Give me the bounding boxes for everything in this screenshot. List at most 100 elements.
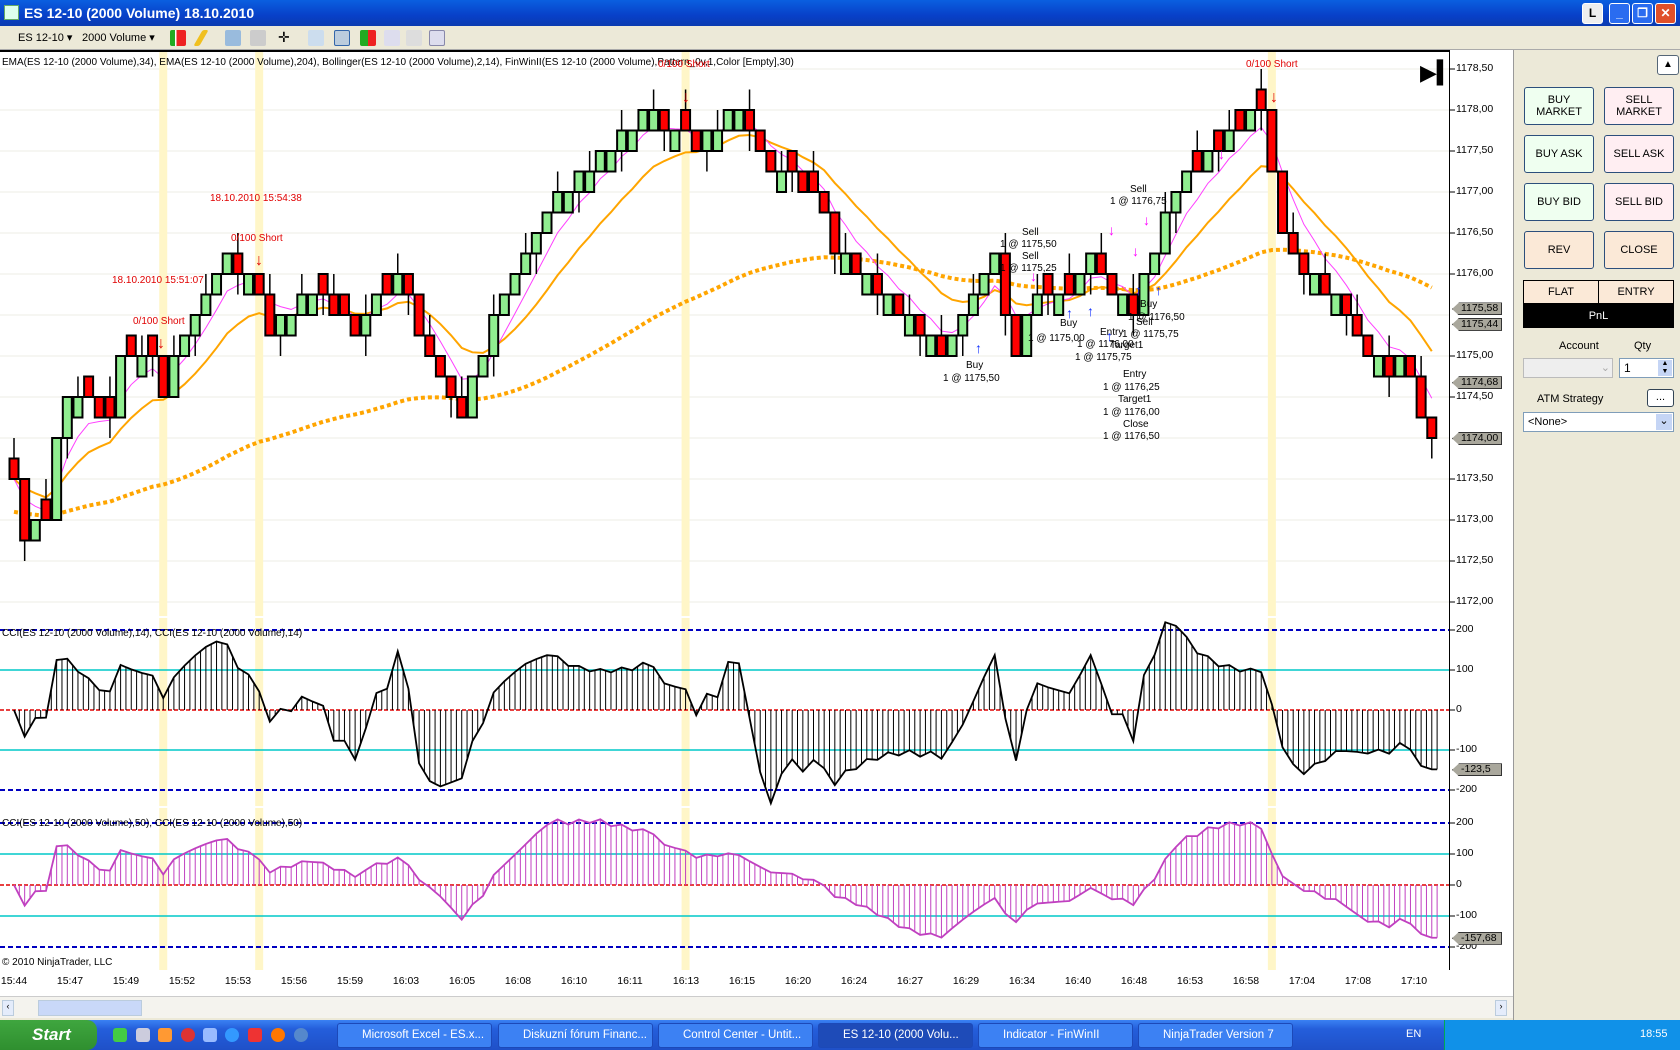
quicklaunch-icon[interactable] [136,1028,150,1042]
chevron-down-icon: ⌄ [1600,362,1610,374]
signal-highlight-band [159,808,168,970]
close-window-button[interactable]: ✕ [1655,3,1676,24]
candle-up [562,191,574,214]
price-tick-label: 1178,00 [1456,103,1494,115]
bars-icon[interactable] [360,30,376,46]
start-button[interactable]: Start [0,1020,97,1050]
trade-label: Sell [1022,227,1039,238]
instrument-select[interactable]: ES 12-10 ▾ [18,26,72,50]
candle-up [989,252,1001,275]
time-tick-label: 16:40 [1064,975,1092,987]
candle-down [413,293,425,337]
pencil-icon[interactable] [193,30,209,46]
chart-trader-icon[interactable] [334,30,350,46]
candle-up [370,293,382,316]
crosshair-icon[interactable]: ✛ [278,30,294,46]
restore-button[interactable]: ❐ [1632,3,1653,24]
zoom-out-icon[interactable] [250,30,266,46]
time-tick-label: 17:10 [1400,975,1428,987]
candle-up [701,129,713,152]
cci14-label: CCI(ES 12-10 (2000 Volume),14), CCI(ES 1… [2,628,303,639]
short-arrow-icon: ↓ [682,89,690,106]
quicklaunch-icon[interactable] [248,1028,262,1042]
rev-button[interactable]: REV [1524,231,1594,269]
collapse-up-icon[interactable]: ▲ [1657,55,1679,75]
period-select[interactable]: 2000 Volume ▾ [82,26,155,50]
extra-button[interactable]: L [1582,3,1603,24]
task-indicator[interactable]: Indicator - FinWinII [978,1023,1133,1048]
candle-down [1298,252,1310,275]
candle-down [83,375,95,398]
price-tick-label: 1173,00 [1456,513,1494,525]
svg-cci2-value-marker: -157,68 [1452,931,1502,945]
candle-down [808,170,819,193]
quicklaunch-icon[interactable] [113,1028,127,1042]
magnifier-icon[interactable] [308,30,324,46]
close-position-button[interactable]: CLOSE [1604,231,1674,269]
quicklaunch-icon[interactable] [181,1028,195,1042]
buy-ask-button[interactable]: BUY ASK [1524,135,1594,173]
trade-label: 1 @ 1175,75 [1122,329,1179,340]
task-control-center[interactable]: Control Center - Untit... [658,1023,813,1048]
candle-up [115,355,127,419]
qty-value: 1 [1624,361,1631,375]
candle-up [978,273,990,296]
cci14-panel[interactable] [0,618,1513,806]
quicklaunch-icon[interactable] [203,1028,217,1042]
scroll-to-end-icon[interactable]: ▶︎▍ [1420,60,1454,86]
price-panel[interactable] [0,50,1513,616]
atm-options-button[interactable]: ... [1647,389,1674,407]
candle-down [680,109,692,132]
time-tick-label: 16:05 [448,975,476,987]
buy-market-button[interactable]: BUY MARKET [1524,87,1594,125]
signal-label: 0/100 Short [133,316,185,327]
scroll-right-button[interactable]: › [1495,1000,1507,1016]
signal-highlight-band [681,618,690,806]
sell-ask-button[interactable]: SELL ASK [1604,135,1674,173]
candle-down [1042,273,1054,296]
buy-bid-button[interactable]: BUY BID [1524,183,1594,221]
time-tick-label: 17:08 [1344,975,1372,987]
candle-down [253,273,265,296]
candle-up [776,170,788,193]
zoom-in-icon[interactable] [225,30,241,46]
quicklaunch-icon[interactable] [158,1028,172,1042]
scroll-left-button[interactable]: ‹ [2,1000,14,1016]
time-tick-label: 16:34 [1008,975,1036,987]
time-tick-label: 16:15 [728,975,756,987]
chart-style-icon[interactable] [170,30,186,46]
sell-bid-button[interactable]: SELL BID [1604,183,1674,221]
task-excel[interactable]: Microsoft Excel - ES.x... [337,1023,492,1048]
task-chart[interactable]: ES 12-10 (2000 Volu... [818,1023,973,1048]
language-indicator[interactable]: EN [1406,1028,1421,1040]
qty-input[interactable]: 1 ▲ ▼ [1619,358,1674,378]
candle-up [1074,273,1086,296]
candle-down [434,355,446,378]
sell-market-button[interactable]: SELL MARKET [1604,87,1674,125]
firefox-icon[interactable] [271,1028,285,1042]
svg-cci2-tick-label: 0 [1456,878,1462,890]
chart-area[interactable]: EMA(ES 12-10 (2000 Volume),34), EMA(ES 1… [0,50,1513,996]
candle-down [1277,170,1289,234]
title-bar: ES 12-10 (2000 Volume) 18.10.2010 L _ ❐ … [0,0,1680,26]
quicklaunch-icon[interactable] [294,1028,308,1042]
scroll-thumb[interactable] [38,1000,142,1016]
indicator-icon[interactable] [384,30,400,46]
data-box-icon[interactable] [429,30,445,46]
candle-down [1255,88,1267,111]
account-select[interactable]: ⌄ [1523,358,1613,378]
atm-strategy-select[interactable]: <None> ⌄ [1523,412,1674,432]
ie-icon[interactable] [225,1028,239,1042]
price-marker: 1175,44 [1452,317,1502,331]
dollar-icon[interactable] [406,30,422,46]
task-firefox[interactable]: Diskuzní fórum Financ... [498,1023,653,1048]
qty-spinner[interactable]: ▲ ▼ [1658,360,1672,376]
horizontal-scrollbar[interactable]: ‹ › [0,996,1513,1018]
task-ninjatrader[interactable]: NinjaTrader Version 7 [1138,1023,1293,1048]
time-tick-label: 16:08 [504,975,532,987]
cci50-panel[interactable] [0,808,1513,970]
svg-cci1-tick-label: 100 [1456,663,1474,675]
signal-label: 0/100 Short [658,59,710,70]
minimize-button[interactable]: _ [1609,3,1630,24]
candle-up [1085,252,1097,275]
